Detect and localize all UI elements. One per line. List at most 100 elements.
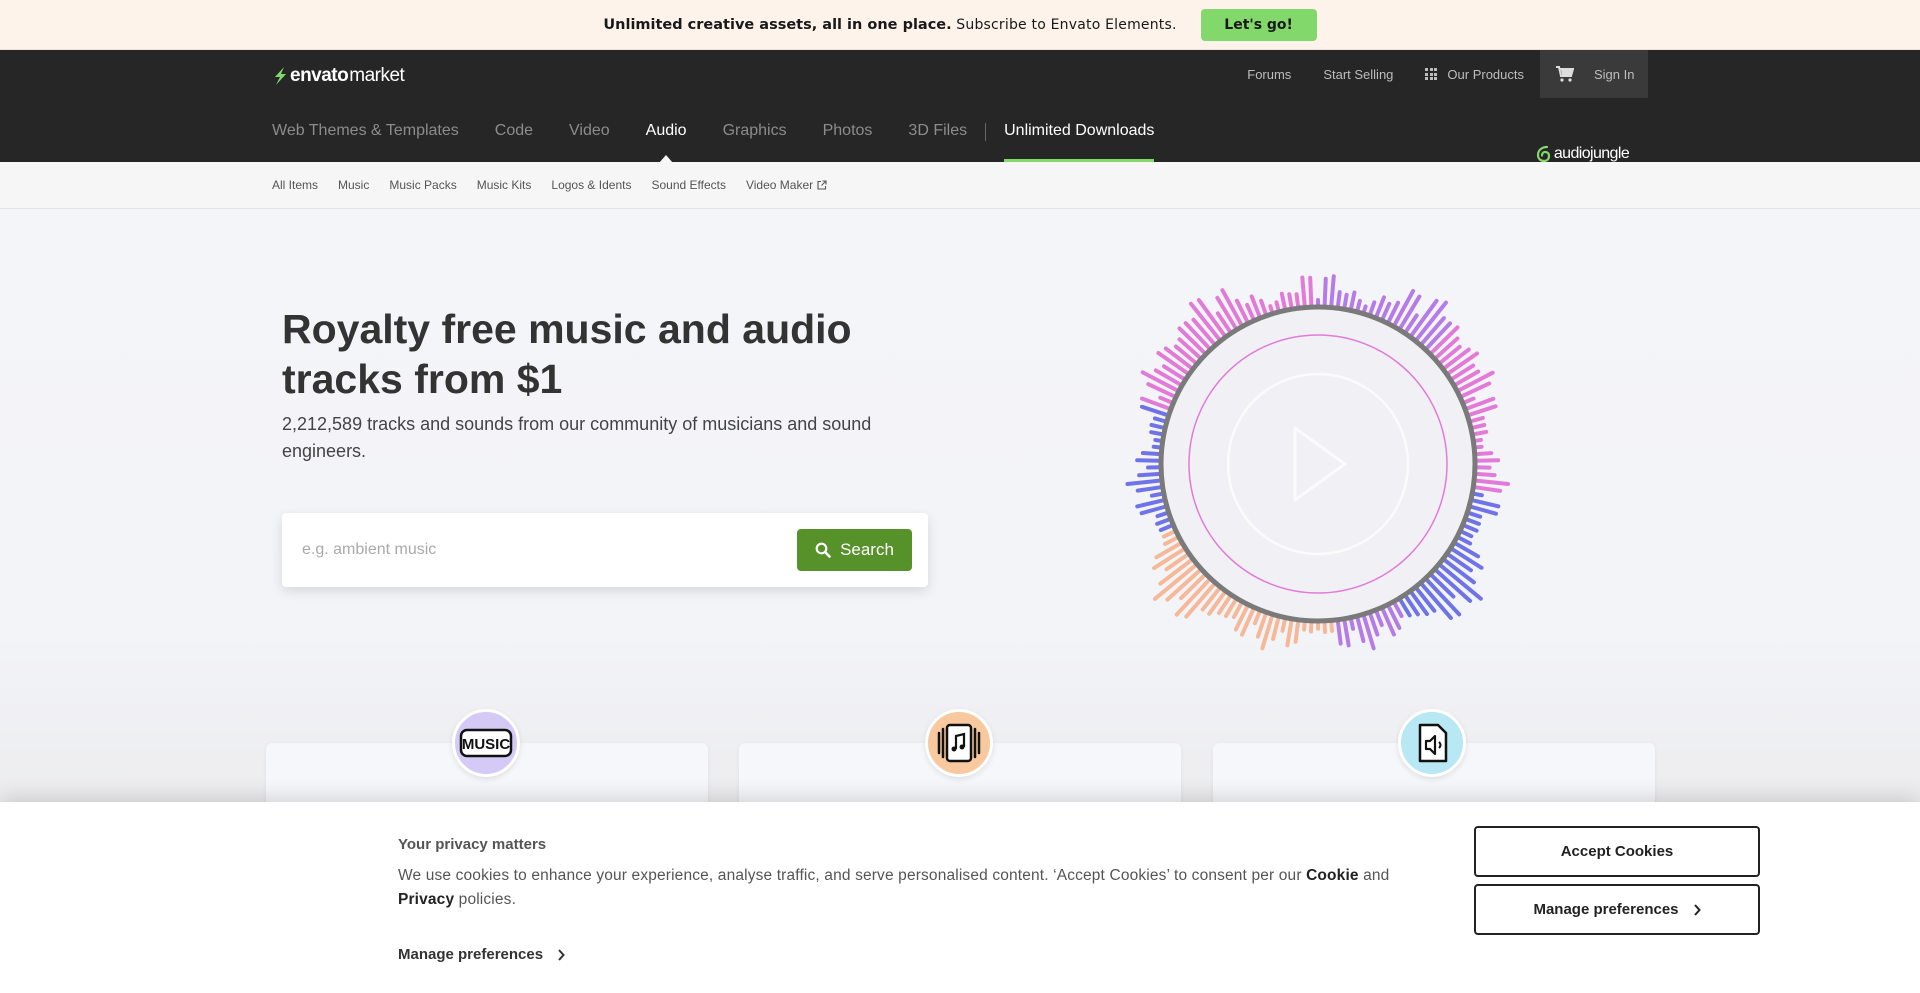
nav-3d-files[interactable]: 3D Files	[908, 122, 967, 162]
visualizer-bar	[1374, 608, 1384, 628]
visualizer-bar	[1163, 535, 1180, 546]
music-icon-text: MUSIC	[462, 736, 511, 753]
visualizer-bar	[1355, 615, 1366, 643]
lets-go-button[interactable]: Let's go!	[1200, 8, 1317, 41]
visualizer-bar	[1300, 275, 1307, 309]
external-link-icon	[817, 180, 827, 190]
visualizer-disc	[1158, 304, 1478, 624]
visualizer-bar	[1135, 485, 1164, 493]
nav-divider	[985, 123, 987, 141]
subnav-music-kits[interactable]: Music Kits	[477, 178, 532, 192]
manage-preferences-link-label: Manage preferences	[398, 946, 544, 963]
manage-preferences-button-label: Manage preferences	[1533, 901, 1679, 918]
visualizer-bar	[1464, 517, 1481, 526]
visualizer-bar	[1252, 608, 1262, 626]
audio-subnav: All Items Music Music Packs Music Kits L…	[0, 162, 1920, 209]
manage-preferences-link[interactable]: Manage preferences	[398, 946, 565, 963]
visualizer-bar	[1177, 337, 1203, 361]
visualizer-bar	[1271, 615, 1281, 641]
subnav-video-maker[interactable]: Video Maker	[746, 178, 827, 192]
promo-headline: Unlimited creative assets, all in one pl…	[603, 17, 952, 33]
envato-market-logo[interactable]: envato market	[272, 64, 405, 88]
visualizer-bar	[1149, 422, 1167, 430]
visualizer-bar	[1285, 617, 1294, 648]
subnav-music[interactable]: Music	[338, 178, 369, 192]
subnav-music-packs[interactable]: Music Packs	[389, 178, 456, 192]
nav-unlimited-downloads[interactable]: Unlimited Downloads	[1004, 122, 1155, 162]
sound-file-icon	[1398, 709, 1466, 777]
audiojungle-logo-icon	[1536, 145, 1550, 163]
subnav-sound-effects[interactable]: Sound Effects	[651, 178, 726, 192]
music-pack-icon	[925, 709, 993, 777]
chevron-right-icon	[1693, 903, 1701, 916]
our-products-label: Our Products	[1447, 66, 1524, 82]
nav-video[interactable]: Video	[569, 122, 610, 162]
header-top-links: Forums Start Selling Our Products Sign I…	[1215, 50, 1648, 98]
visualizer-bar	[1149, 430, 1165, 437]
visualizer-bar	[1392, 600, 1404, 618]
logo-envato-text: envato	[290, 65, 349, 86]
visualizer-bar	[1342, 292, 1349, 311]
nav-audio[interactable]: Audio	[646, 122, 687, 163]
visualizer-bar	[1473, 478, 1511, 486]
visualizer-bar	[1155, 510, 1170, 519]
visualizer-bar	[1149, 491, 1165, 498]
nav-code[interactable]: Code	[495, 122, 533, 162]
cart-signin-area: Sign In	[1540, 50, 1648, 98]
visualizer-bar	[1158, 523, 1175, 533]
cookie-text-2: policies.	[454, 891, 517, 908]
visualizer-bar	[1293, 618, 1301, 644]
search-input[interactable]	[302, 533, 762, 567]
visualizer-bar	[1367, 300, 1377, 317]
our-products-link[interactable]: Our Products	[1425, 67, 1524, 82]
accept-cookies-button[interactable]: Accept Cookies	[1474, 826, 1760, 877]
promo-subline: Subscribe to Envato Elements.	[951, 17, 1177, 33]
visualizer-bar	[1140, 450, 1163, 457]
cookie-policy-link[interactable]: Cookie	[1306, 867, 1359, 884]
grid-icon	[1425, 68, 1438, 80]
search-button-label: Search	[840, 540, 894, 559]
subnav-logos-idents[interactable]: Logos & Idents	[551, 178, 631, 192]
visualizer-bar	[1259, 298, 1269, 317]
visualizer-bar	[1155, 517, 1172, 526]
visualizer-bar	[1335, 290, 1342, 310]
video-maker-label: Video Maker	[745, 178, 814, 192]
nav-graphics[interactable]: Graphics	[723, 122, 787, 162]
hero-title: Royalty free music and audio tracks from…	[282, 306, 852, 402]
nav-web-themes[interactable]: Web Themes & Templates	[272, 122, 459, 162]
envato-leaf-icon	[275, 67, 286, 85]
search-icon	[815, 542, 831, 558]
subnav-all-items[interactable]: All Items	[272, 178, 318, 192]
visualizer-bar	[1294, 292, 1301, 310]
logo-market-text: market	[349, 65, 405, 86]
visualizer-bar	[1329, 274, 1336, 309]
forums-link[interactable]: Forums	[1247, 67, 1291, 82]
privacy-policy-link[interactable]: Privacy	[398, 891, 454, 908]
visualizer-bar	[1280, 616, 1288, 633]
visualizer-bar	[1473, 471, 1497, 478]
promo-banner: Unlimited creative assets, all in one pl…	[0, 0, 1920, 50]
visualizer-bar	[1125, 478, 1163, 487]
visualizer-bar	[1461, 523, 1479, 533]
visualizer-bar	[1472, 485, 1503, 493]
promo-text: Unlimited creative assets, all in one pl…	[603, 16, 1176, 33]
visualizer-bar	[1461, 396, 1476, 405]
hero-subtitle: 2,212,589 tracks and sounds from our com…	[282, 414, 872, 461]
visualizer-bar	[1152, 416, 1168, 424]
cart-icon[interactable]	[1556, 66, 1574, 82]
start-selling-link[interactable]: Start Selling	[1323, 67, 1393, 82]
visualizer-bar	[1469, 498, 1501, 509]
visualizer-bar	[1308, 275, 1314, 309]
sign-in-link[interactable]: Sign In	[1594, 67, 1634, 82]
visualizer-bar	[1161, 529, 1178, 539]
visualizer-bar	[1348, 290, 1357, 312]
chevron-right-icon	[558, 948, 565, 961]
manage-preferences-button[interactable]: Manage preferences	[1474, 884, 1760, 935]
visualizer-bar	[1468, 415, 1485, 424]
cookie-body: We use cookies to enhance your experienc…	[398, 864, 1428, 912]
music-text-icon: MUSIC	[452, 709, 520, 777]
visualizer-bar	[1473, 451, 1494, 457]
visualizer-bar	[1279, 291, 1288, 312]
search-button[interactable]: Search	[797, 529, 912, 571]
nav-photos[interactable]: Photos	[823, 122, 873, 162]
